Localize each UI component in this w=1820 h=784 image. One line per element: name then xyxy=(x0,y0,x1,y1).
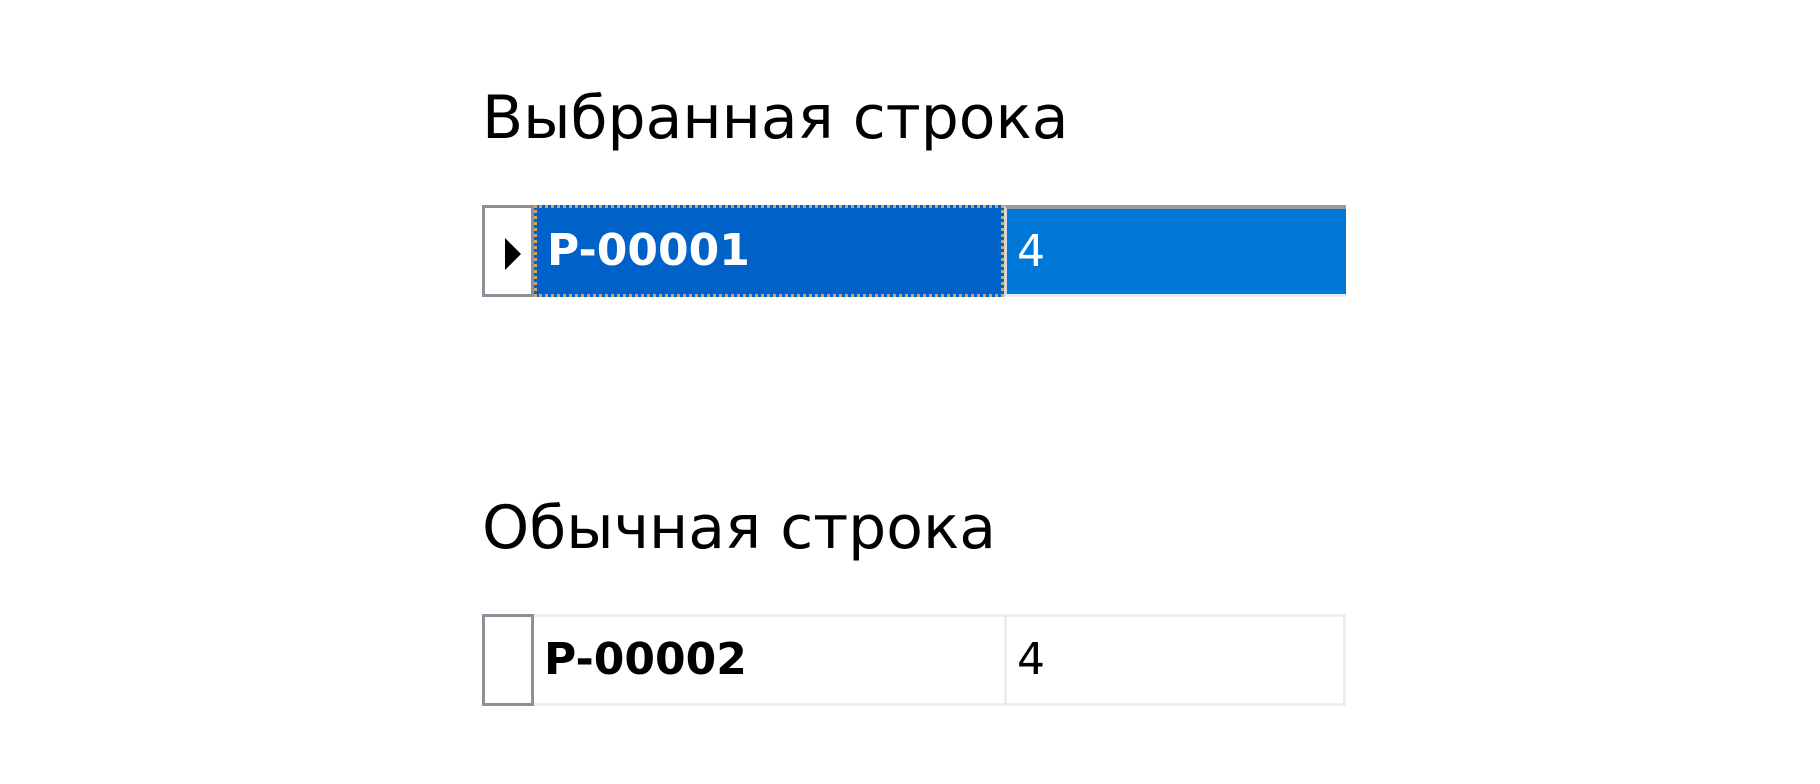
row-header-selected[interactable] xyxy=(482,205,534,297)
row-pointer-icon xyxy=(505,238,521,270)
row-header-normal[interactable] xyxy=(482,614,534,706)
cell-qty[interactable]: 4 xyxy=(1004,614,1346,706)
cell-code-focused[interactable]: P-00001 xyxy=(534,205,1004,297)
selected-data-row[interactable]: P-00001 4 xyxy=(482,205,1346,297)
cell-qty[interactable]: 4 xyxy=(1004,205,1346,297)
cell-code[interactable]: P-00002 xyxy=(534,614,1004,706)
selected-row-heading: Выбранная строка xyxy=(482,83,1069,153)
normal-row-heading: Обычная строка xyxy=(482,493,996,563)
normal-data-row[interactable]: P-00002 4 xyxy=(482,614,1346,706)
